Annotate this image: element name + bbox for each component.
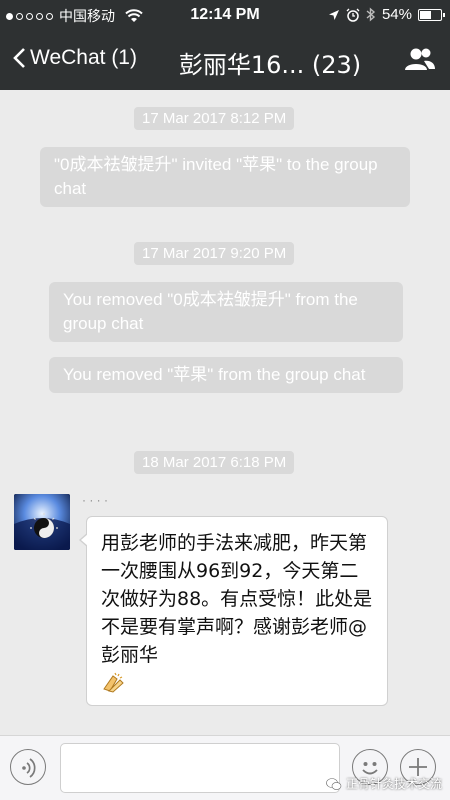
- message-text: 用彭老师的手法来减肥，昨天第一次腰围从96到92，今天第二次做好为88。有点受惊…: [101, 532, 373, 666]
- watermark-text: 正骨针灸技术交流: [345, 777, 442, 791]
- system-message: You removed "苹果" from the group chat: [49, 357, 403, 393]
- chat-area[interactable]: 17 Mar 2017 8:12 PM "0成本祛皱提升" invited "苹…: [0, 90, 450, 735]
- group-info-button[interactable]: [404, 46, 436, 77]
- chat-title: 彭丽华16... (23): [178, 51, 362, 79]
- watermark: 正骨针灸技术交流: [326, 775, 442, 792]
- back-button[interactable]: WeChat (1): [12, 46, 137, 70]
- voice-icon: [22, 758, 36, 778]
- status-bar: 中国移动 12:14 PM 54%: [0, 0, 450, 30]
- back-label: WeChat (1): [30, 46, 137, 69]
- system-message: "0成本祛皱提升" invited "苹果" to the group chat: [40, 147, 410, 207]
- timestamp: 17 Mar 2017 9:20 PM: [134, 242, 295, 265]
- sender-name: · · · ·: [82, 493, 108, 507]
- avatar[interactable]: [14, 494, 70, 550]
- battery-fill: [420, 10, 431, 19]
- message-bubble[interactable]: 用彭老师的手法来减肥，昨天第一次腰围从96到92，今天第二次做好为88。有点受惊…: [79, 516, 388, 706]
- timestamp: 18 Mar 2017 6:18 PM: [134, 451, 295, 474]
- nav-bar: WeChat (1) 彭丽华16... (23): [0, 30, 450, 90]
- input-bar: 正骨针灸技术交流: [0, 735, 450, 800]
- voice-button[interactable]: [10, 749, 46, 785]
- battery-icon: [418, 8, 445, 21]
- message-input[interactable]: [60, 743, 340, 793]
- battery-percent: 54%: [381, 6, 412, 23]
- timestamp: 17 Mar 2017 8:12 PM: [134, 107, 295, 130]
- wechat-official-icon: [326, 777, 342, 790]
- group-contacts-icon: [405, 48, 435, 70]
- status-right: 54%: [328, 6, 445, 23]
- bluetooth-icon: [366, 7, 376, 22]
- avatar-image: [14, 494, 70, 550]
- back-chevron-icon: [13, 48, 25, 68]
- location-arrow-icon: [328, 9, 339, 20]
- alarm-icon: [346, 8, 360, 22]
- system-message: You removed "0成本祛皱提升" from the group cha…: [49, 282, 403, 342]
- clapping-hands-icon: [103, 672, 124, 693]
